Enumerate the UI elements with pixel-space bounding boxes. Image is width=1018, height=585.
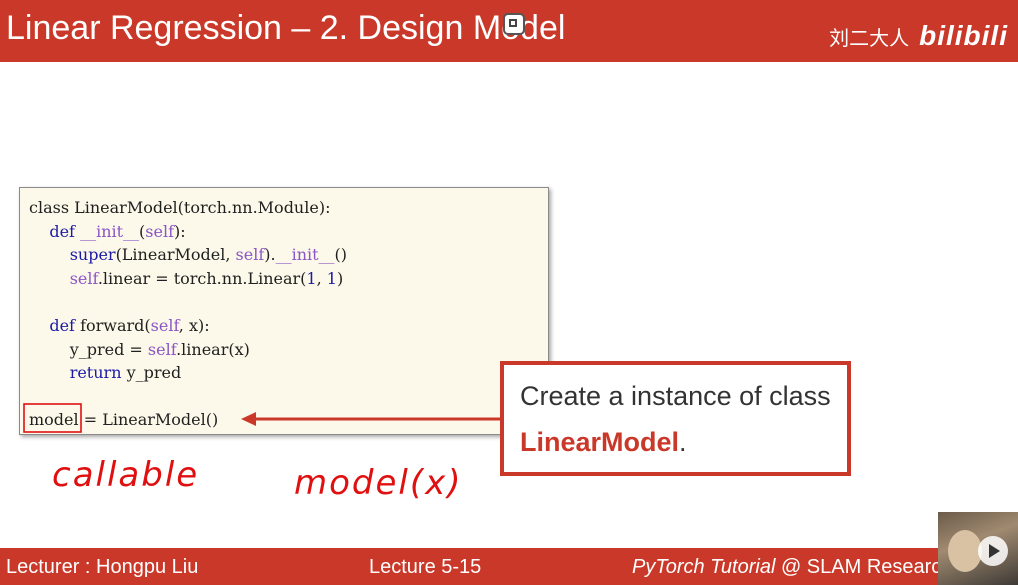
code-token: , <box>316 268 327 288</box>
code-token: , x): <box>178 315 210 335</box>
code-token: 1 <box>326 268 337 288</box>
callout-period: . <box>679 427 687 457</box>
slide-title: Linear Regression – 2. Design Model <box>6 9 566 47</box>
code-token: __init__ <box>275 245 335 265</box>
code-token: __init__ <box>80 221 140 241</box>
brand: 刘二大人 bilibili <box>829 20 1008 52</box>
code-token: ): <box>174 221 186 241</box>
code-token: self <box>235 245 265 265</box>
handwritten-callable: callable <box>52 455 200 495</box>
webcam-thumbnail[interactable] <box>938 512 1018 585</box>
code-line: self.linear = torch.nn.Linear(1, 1) <box>29 268 344 288</box>
code-token: self <box>145 221 175 241</box>
code-token: .linear(x) <box>176 339 250 359</box>
code-token: self <box>150 315 179 335</box>
code-block: class LinearModel(torch.nn.Module): def … <box>19 187 549 435</box>
code-token: y_pred <box>121 363 182 383</box>
code-line: def forward(self, x): <box>29 315 210 335</box>
callout-class-name: LinearModel <box>520 427 680 457</box>
callout-text: Create a instance of class <box>520 381 831 411</box>
code-token: super <box>69 245 116 265</box>
code-token: class LinearModel(torch.nn.Module): <box>29 198 331 217</box>
lecture-number: Lecture 5-15 <box>369 556 482 578</box>
code-token: () <box>334 245 348 265</box>
code-line: model = LinearModel() <box>29 410 218 429</box>
code-token: (LinearModel, <box>115 245 236 265</box>
code-line: super(LinearModel, self).__init__() <box>29 245 347 264</box>
code-line: def __init__(self): <box>29 221 186 241</box>
code-token: ). <box>264 245 276 265</box>
course-org: @ SLAM Research <box>775 556 953 578</box>
callout-box: Create a instance of class LinearModel. <box>500 361 851 476</box>
code-token: ) <box>336 268 344 288</box>
handwritten-model-call: model(x) <box>294 463 463 503</box>
bilibili-logo: bilibili <box>919 20 1008 51</box>
code-listing: class LinearModel(torch.nn.Module): def … <box>29 196 347 432</box>
picture-in-picture-icon[interactable] <box>505 15 523 33</box>
presenter-face <box>948 530 982 572</box>
code-token: return <box>69 363 122 383</box>
code-token: self <box>69 268 98 288</box>
lecturer-label: Lecturer : Hongpu Liu <box>6 556 199 578</box>
code-token: def <box>49 315 75 335</box>
code-token: def <box>49 221 75 241</box>
course-label: PyTorch Tutorial @ SLAM Research <box>632 556 952 579</box>
course-name: PyTorch Tutorial <box>632 556 776 578</box>
author-name: 刘二大人 <box>829 27 910 50</box>
code-token: .linear = torch.nn.Linear( <box>97 268 307 288</box>
code-token: 1 <box>306 268 317 288</box>
code-token: self <box>147 339 177 359</box>
code-line: class LinearModel(torch.nn.Module): <box>29 198 330 217</box>
callout-class-line: LinearModel. <box>520 427 687 458</box>
footer-bar: Lecturer : Hongpu Liu Lecture 5-15 PyTor… <box>0 548 1018 585</box>
code-token: model = LinearModel() <box>29 410 219 430</box>
play-icon[interactable] <box>978 536 1008 566</box>
code-line: y_pred = self.linear(x) <box>29 340 250 359</box>
code-token: forward( <box>74 315 151 335</box>
code-token: y_pred = <box>29 339 148 359</box>
code-line: return y_pred <box>29 363 182 383</box>
